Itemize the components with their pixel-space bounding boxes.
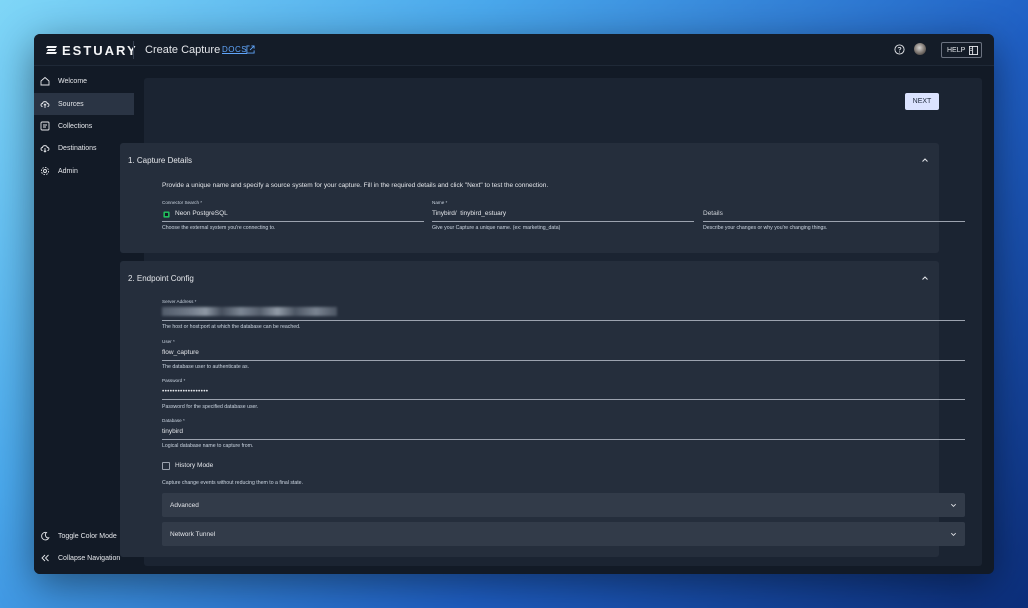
side-panel-icon: [969, 45, 979, 55]
password-label: Password *: [162, 378, 186, 383]
toggle-color-mode-button[interactable]: Toggle Color Mode: [34, 525, 134, 547]
details-input[interactable]: Details: [703, 210, 723, 217]
chevron-down-icon: [951, 532, 956, 536]
sidebar-item-admin[interactable]: Admin: [34, 160, 134, 182]
connector-search-label: Connector Search *: [162, 200, 203, 205]
name-help: Give your Capture a unique name. (ex: ma…: [432, 225, 561, 231]
sidebar-item-label: Destinations: [58, 144, 97, 152]
name-input[interactable]: Tinybird/ tinybird_estuary: [432, 210, 506, 217]
endpoint-config-title[interactable]: 2. Endpoint Config: [128, 274, 194, 283]
docs-link[interactable]: DOCS: [222, 45, 247, 54]
connector-search-underline: [162, 221, 424, 222]
capture-details-card: 1. Capture Details: [120, 143, 939, 253]
collapse-navigation-label: Collapse Navigation: [58, 554, 121, 562]
advanced-label: Advanced: [170, 501, 199, 509]
user-label: User *: [162, 339, 175, 344]
sidebar-item-label: Welcome: [58, 77, 88, 85]
chevron-up-icon[interactable]: [921, 274, 929, 282]
next-button[interactable]: NEXT: [905, 93, 939, 110]
history-mode-checkbox[interactable]: [162, 462, 170, 470]
help-circle-icon[interactable]: [894, 44, 905, 55]
advanced-panel[interactable]: Advanced: [162, 493, 965, 517]
cloud-upload-icon: [40, 101, 50, 108]
double-chevron-left-icon: [41, 554, 49, 562]
database-help: Logical database name to capture from.: [162, 443, 254, 449]
connector-search-help: Choose the external system you're connec…: [162, 225, 276, 231]
toggle-color-mode-label: Toggle Color Mode: [58, 532, 117, 540]
connector-search-input[interactable]: Neon PostgreSQL: [175, 210, 228, 217]
network-tunnel-label: Network Tunnel: [170, 530, 216, 538]
help-button-label: HELP: [947, 46, 966, 54]
database-underline: [162, 439, 965, 440]
password-underline: [162, 399, 965, 400]
moon-icon: [41, 531, 50, 541]
estuary-logo-icon: [46, 46, 57, 54]
network-tunnel-panel[interactable]: Network Tunnel: [162, 522, 965, 546]
sidebar-item-collections[interactable]: Collections: [34, 115, 134, 137]
sidebar-item-destinations[interactable]: Destinations: [34, 137, 134, 159]
server-address-help: The host or host:port at which the datab…: [162, 324, 301, 330]
server-address-label: Server Address *: [162, 299, 197, 304]
sidebar-item-welcome[interactable]: Welcome: [34, 70, 134, 92]
chevron-down-icon: [951, 503, 956, 507]
details-help: Describe your changes or why you're chan…: [703, 225, 828, 231]
home-icon: [40, 76, 50, 86]
user-avatar[interactable]: [914, 43, 926, 55]
cloud-download-icon: [40, 145, 50, 153]
collection-icon: [40, 121, 50, 131]
chevron-up-icon[interactable]: [921, 156, 929, 164]
password-help: Password for the specified database user…: [162, 404, 259, 410]
capture-details-title[interactable]: 1. Capture Details: [128, 156, 192, 165]
sidebar: Welcome Sources Collections Destinations: [34, 66, 134, 574]
name-underline: [432, 221, 694, 222]
database-input[interactable]: tinybird: [162, 428, 183, 435]
user-input[interactable]: flow_capture: [162, 349, 199, 356]
sidebar-item-label: Admin: [58, 167, 78, 175]
gear-icon: [40, 166, 50, 176]
details-underline: [703, 221, 965, 222]
history-mode-label[interactable]: History Mode: [175, 462, 213, 469]
server-address-input[interactable]: [162, 307, 337, 316]
brand-name: ESTUARY: [62, 42, 138, 58]
password-input[interactable]: ••••••••••••••••••: [162, 388, 208, 395]
divider: [133, 41, 134, 59]
server-address-underline: [162, 320, 965, 321]
page-title: Create Capture: [145, 44, 221, 56]
sidebar-item-label: Collections: [58, 122, 93, 130]
name-label: Name *: [432, 200, 448, 205]
database-label: Database *: [162, 418, 185, 423]
capture-details-description: Provide a unique name and specify a sour…: [162, 182, 549, 189]
collapse-navigation-button[interactable]: Collapse Navigation: [34, 547, 134, 569]
top-bar: ESTUARY Create Capture DOCS HELP: [34, 34, 994, 66]
sidebar-item-sources[interactable]: Sources: [34, 93, 134, 115]
postgres-connector-icon: [163, 211, 170, 218]
help-button[interactable]: HELP: [941, 42, 982, 58]
external-link-icon[interactable]: [246, 45, 255, 54]
history-mode-help: Capture change events without reducing t…: [162, 480, 304, 486]
user-underline: [162, 360, 965, 361]
estuary-logo[interactable]: ESTUARY: [46, 42, 138, 58]
user-help: The database user to authenticate as.: [162, 364, 250, 370]
sidebar-item-label: Sources: [58, 100, 84, 108]
